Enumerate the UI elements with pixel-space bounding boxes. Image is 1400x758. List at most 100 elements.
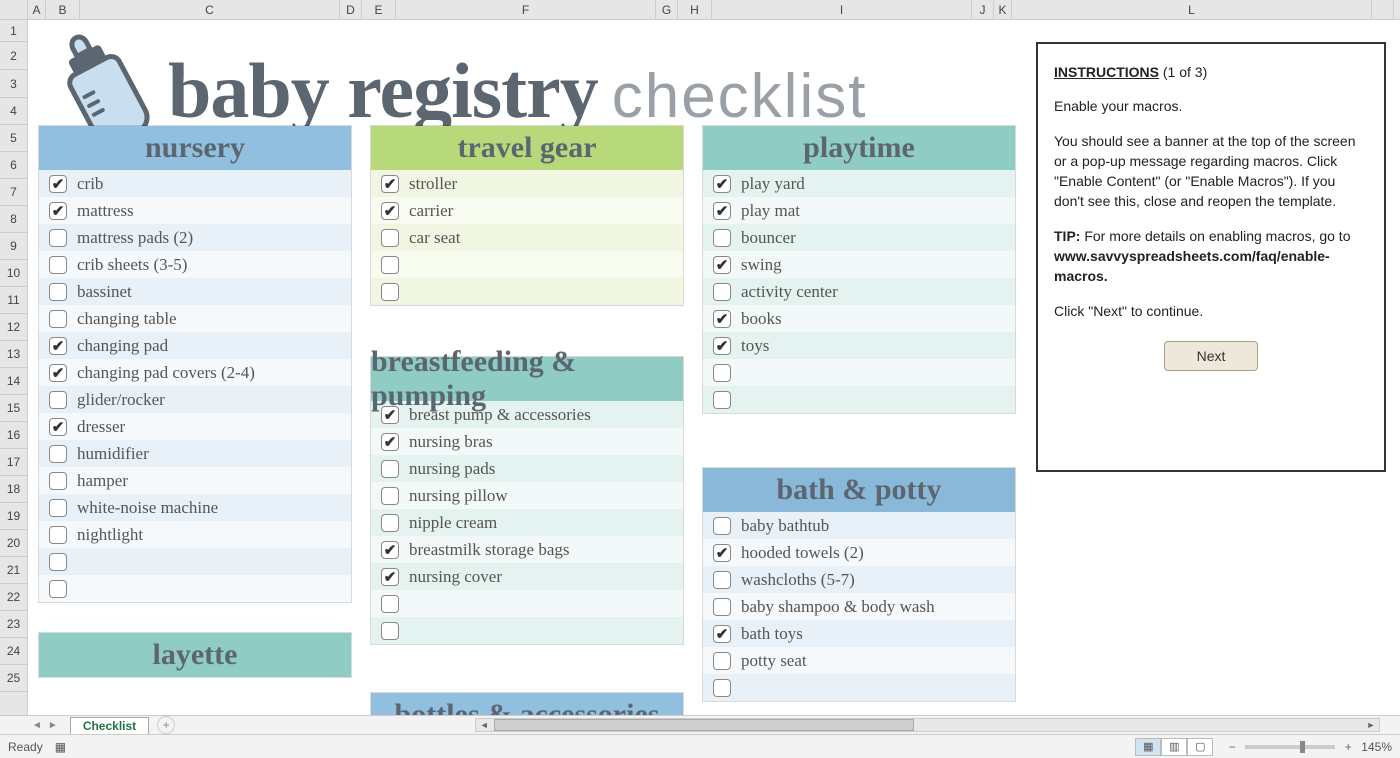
zoom-in-button[interactable]: + — [1341, 740, 1355, 754]
checkbox[interactable] — [713, 598, 731, 616]
column-header[interactable]: C — [80, 0, 340, 19]
view-page-break-button[interactable]: ▢ — [1187, 738, 1213, 756]
row-header[interactable]: 20 — [0, 530, 27, 557]
column-header[interactable]: F — [396, 0, 656, 19]
row-header[interactable]: 11 — [0, 287, 27, 314]
column-header[interactable]: H — [678, 0, 712, 19]
row-header[interactable]: 18 — [0, 476, 27, 503]
scroll-thumb[interactable] — [494, 719, 914, 731]
checkbox[interactable]: ✔ — [49, 337, 67, 355]
row-header[interactable]: 9 — [0, 233, 27, 260]
row-header[interactable]: 24 — [0, 638, 27, 665]
column-header[interactable]: G — [656, 0, 678, 19]
column-header[interactable]: L — [1012, 0, 1372, 19]
view-page-layout-button[interactable]: ▥ — [1161, 738, 1187, 756]
checkbox[interactable]: ✔ — [49, 175, 67, 193]
checkbox[interactable]: ✔ — [713, 310, 731, 328]
row-header[interactable]: 25 — [0, 665, 27, 692]
column-header[interactable]: A — [28, 0, 46, 19]
checkbox[interactable] — [49, 310, 67, 328]
checkbox[interactable] — [381, 229, 399, 247]
checkbox[interactable]: ✔ — [381, 202, 399, 220]
worksheet-area[interactable]: baby registry checklist nursery✔crib✔mat… — [28, 20, 1400, 715]
checkbox[interactable]: ✔ — [381, 175, 399, 193]
row-header[interactable]: 21 — [0, 557, 27, 584]
checkbox[interactable]: ✔ — [381, 568, 399, 586]
zoom-slider[interactable] — [1245, 745, 1335, 749]
row-header[interactable]: 17 — [0, 449, 27, 476]
checkbox[interactable] — [713, 679, 731, 697]
view-normal-button[interactable]: ▦ — [1135, 738, 1161, 756]
checkbox[interactable] — [381, 487, 399, 505]
checkbox[interactable] — [49, 256, 67, 274]
select-all-corner[interactable] — [0, 0, 28, 19]
row-header[interactable]: 23 — [0, 611, 27, 638]
checkbox[interactable] — [49, 472, 67, 490]
row-header[interactable]: 22 — [0, 584, 27, 611]
horizontal-scrollbar[interactable]: ◄ ► — [475, 718, 1380, 732]
checkbox[interactable]: ✔ — [381, 433, 399, 451]
column-header[interactable]: J — [972, 0, 994, 19]
next-button[interactable]: Next — [1164, 341, 1258, 371]
row-header[interactable]: 14 — [0, 368, 27, 395]
checkbox[interactable] — [713, 571, 731, 589]
checkbox[interactable] — [49, 229, 67, 247]
checkbox[interactable] — [49, 391, 67, 409]
tab-nav-arrows[interactable]: ◄► — [30, 720, 60, 731]
checkbox[interactable] — [49, 445, 67, 463]
column-header[interactable] — [1372, 0, 1394, 19]
checkbox[interactable] — [713, 229, 731, 247]
column-header[interactable]: K — [994, 0, 1012, 19]
checkbox[interactable] — [49, 553, 67, 571]
checkbox[interactable] — [381, 283, 399, 301]
checkbox[interactable]: ✔ — [49, 202, 67, 220]
zoom-out-button[interactable]: − — [1225, 740, 1239, 754]
row-header[interactable]: 13 — [0, 341, 27, 368]
row-header[interactable]: 19 — [0, 503, 27, 530]
checkbox[interactable] — [381, 595, 399, 613]
checkbox[interactable] — [49, 526, 67, 544]
column-header[interactable]: E — [362, 0, 396, 19]
checkbox[interactable]: ✔ — [49, 364, 67, 382]
checkbox[interactable] — [49, 283, 67, 301]
row-header[interactable]: 3 — [0, 70, 27, 98]
row-header[interactable]: 8 — [0, 206, 27, 233]
column-header[interactable]: D — [340, 0, 362, 19]
checkbox[interactable]: ✔ — [381, 406, 399, 424]
row-header[interactable]: 6 — [0, 152, 27, 179]
checkbox[interactable] — [381, 256, 399, 274]
checkbox[interactable]: ✔ — [713, 544, 731, 562]
row-header[interactable]: 12 — [0, 314, 27, 341]
checkbox[interactable] — [713, 517, 731, 535]
row-header[interactable]: 1 — [0, 20, 27, 42]
row-header[interactable]: 15 — [0, 395, 27, 422]
checkbox[interactable] — [713, 391, 731, 409]
checkbox[interactable] — [49, 499, 67, 517]
checkbox[interactable]: ✔ — [713, 337, 731, 355]
checkbox[interactable] — [49, 580, 67, 598]
sheet-tab-checklist[interactable]: Checklist — [70, 717, 149, 734]
row-header[interactable]: 5 — [0, 125, 27, 152]
add-sheet-button[interactable]: + — [157, 716, 175, 734]
checkbox[interactable] — [381, 460, 399, 478]
checkbox[interactable]: ✔ — [713, 202, 731, 220]
column-header[interactable]: B — [46, 0, 80, 19]
checkbox[interactable] — [381, 622, 399, 640]
checkbox[interactable]: ✔ — [713, 256, 731, 274]
checkbox[interactable] — [713, 364, 731, 382]
macro-recorder-icon[interactable]: ▦ — [55, 740, 66, 754]
scroll-right-arrow[interactable]: ► — [1363, 718, 1379, 732]
checkbox[interactable]: ✔ — [381, 541, 399, 559]
checkbox[interactable]: ✔ — [713, 625, 731, 643]
row-header[interactable]: 7 — [0, 179, 27, 206]
checkbox[interactable] — [381, 514, 399, 532]
column-header[interactable]: I — [712, 0, 972, 19]
scroll-left-arrow[interactable]: ◄ — [476, 718, 492, 732]
checkbox[interactable]: ✔ — [49, 418, 67, 436]
checkbox[interactable] — [713, 652, 731, 670]
row-header[interactable]: 16 — [0, 422, 27, 449]
row-header[interactable]: 4 — [0, 98, 27, 125]
checkbox[interactable] — [713, 283, 731, 301]
row-header[interactable]: 10 — [0, 260, 27, 287]
checkbox[interactable]: ✔ — [713, 175, 731, 193]
